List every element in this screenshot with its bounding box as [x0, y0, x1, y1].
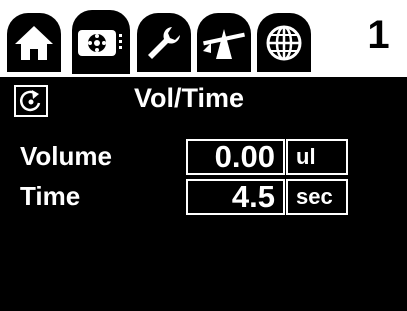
tab-dispense[interactable]: [68, 6, 134, 76]
volume-label: Volume: [20, 141, 112, 171]
tab-home[interactable]: [4, 10, 64, 72]
tab-language[interactable]: [254, 10, 314, 72]
time-unit-field[interactable]: sec: [286, 179, 348, 215]
balance-scale-icon: [203, 28, 245, 59]
reload-button[interactable]: [14, 85, 48, 117]
wrench-icon: [148, 26, 180, 59]
screen-title: Vol/Time: [134, 83, 245, 113]
time-value-field[interactable]: 4.5: [186, 179, 285, 215]
main-panel: Vol/Time Volume 0.00 ul Time 4.5 sec: [0, 74, 407, 311]
tab-tools[interactable]: [134, 10, 194, 72]
mode-number: 1: [350, 12, 407, 59]
globe-icon: [266, 25, 302, 60]
pipette-dispense-icon: [78, 30, 122, 56]
volume-value-field[interactable]: 0.00: [186, 139, 285, 175]
volume-unit-field[interactable]: ul: [286, 139, 348, 175]
time-label: Time: [20, 181, 81, 211]
tab-calibration[interactable]: [194, 10, 254, 72]
reload-icon: [20, 90, 41, 112]
home-icon: [15, 25, 53, 60]
